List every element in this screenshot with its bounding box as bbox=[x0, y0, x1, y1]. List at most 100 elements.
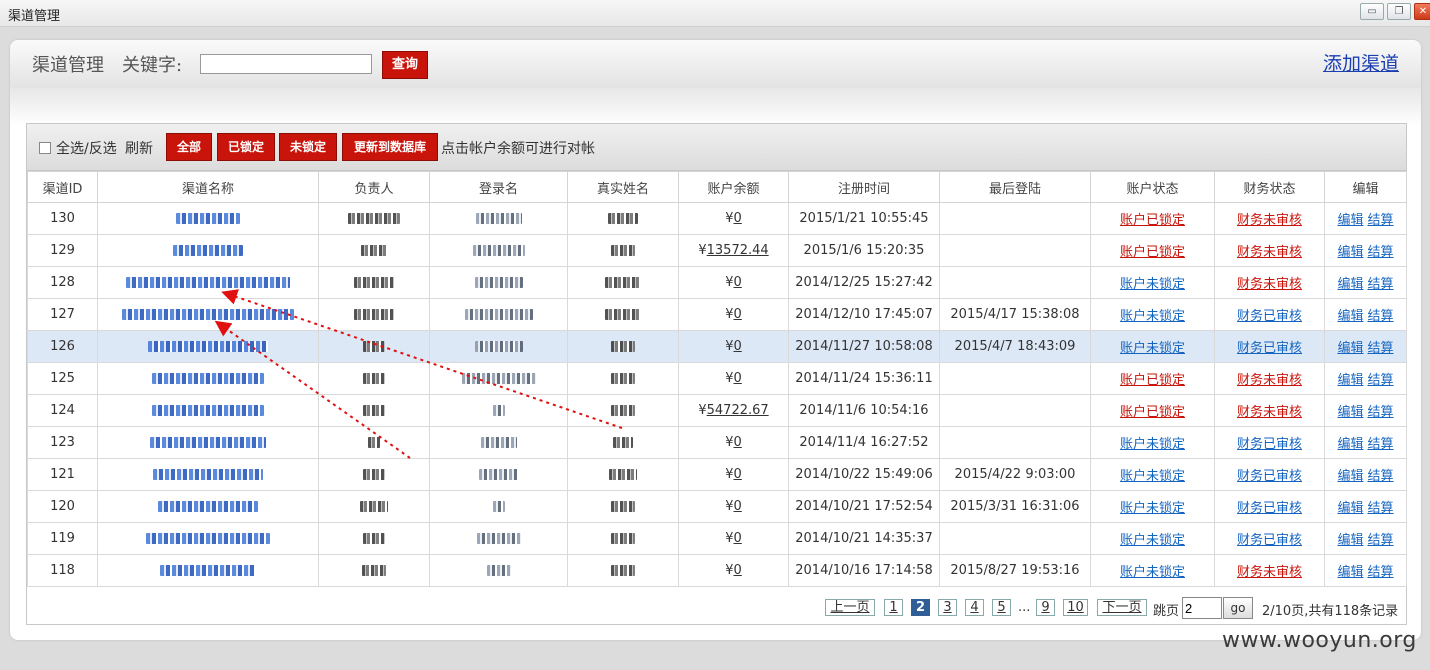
finance-status-link[interactable]: 财务已审核 bbox=[1237, 309, 1302, 324]
balance-link[interactable]: 0 bbox=[734, 563, 742, 578]
settle-link[interactable]: 结算 bbox=[1368, 469, 1394, 484]
balance-link[interactable]: 0 bbox=[734, 371, 742, 386]
account-status-link[interactable]: 账户未锁定 bbox=[1120, 437, 1185, 452]
finance-status-link[interactable]: 财务未审核 bbox=[1237, 405, 1302, 420]
page-link[interactable]: 4 bbox=[965, 599, 984, 616]
go-button[interactable]: go bbox=[1223, 597, 1253, 619]
settle-link[interactable]: 结算 bbox=[1368, 277, 1394, 292]
account-status-link[interactable]: 账户已锁定 bbox=[1120, 245, 1185, 260]
channel-name-redacted[interactable] bbox=[97, 234, 319, 267]
balance-link[interactable]: 0 bbox=[734, 499, 742, 514]
finance-status-link[interactable]: 财务已审核 bbox=[1237, 437, 1302, 452]
account-status-link[interactable]: 账户未锁定 bbox=[1120, 309, 1185, 324]
account-status-link[interactable]: 账户未锁定 bbox=[1120, 469, 1185, 484]
filter-locked-button[interactable]: 已锁定 bbox=[217, 133, 275, 161]
finance-status-link[interactable]: 财务已审核 bbox=[1237, 341, 1302, 356]
channel-name-redacted[interactable] bbox=[97, 554, 319, 587]
account-status-link[interactable]: 账户未锁定 bbox=[1120, 501, 1185, 516]
page-link[interactable]: 1 bbox=[884, 599, 903, 616]
page-link[interactable]: 3 bbox=[938, 599, 957, 616]
edit-link[interactable]: 编辑 bbox=[1337, 437, 1363, 452]
add-channel-link[interactable]: 添加渠道 bbox=[1323, 49, 1399, 76]
account-status-link[interactable]: 账户未锁定 bbox=[1120, 565, 1185, 580]
prev-page-button[interactable]: 上一页 bbox=[825, 599, 875, 616]
settle-link[interactable]: 结算 bbox=[1368, 533, 1394, 548]
account-status-link[interactable]: 账户已锁定 bbox=[1120, 213, 1185, 228]
keyword-input[interactable] bbox=[200, 54, 372, 74]
balance-link[interactable]: 54722.67 bbox=[707, 403, 769, 418]
table-row[interactable]: 128 ¥0 2014/12/25 15:27:42 账户未锁定 财务未审核 编辑 结算 bbox=[27, 266, 1407, 299]
balance-link[interactable]: 0 bbox=[734, 467, 742, 482]
balance-cell[interactable]: ¥0 bbox=[678, 554, 789, 587]
finance-status-link[interactable]: 财务未审核 bbox=[1237, 373, 1302, 388]
next-page-button[interactable]: 下一页 bbox=[1097, 599, 1147, 616]
finance-status-link[interactable]: 财务未审核 bbox=[1237, 245, 1302, 260]
edit-link[interactable]: 编辑 bbox=[1337, 405, 1363, 420]
balance-cell[interactable]: ¥54722.67 bbox=[678, 394, 789, 427]
table-row[interactable]: 121 ¥0 2014/10/22 15:49:06 2015/4/22 9:03:0… bbox=[27, 458, 1407, 491]
channel-name-redacted[interactable] bbox=[97, 394, 319, 427]
table-row[interactable]: 125 ¥0 2014/11/24 15:36:11 账户已锁定 财务未审核 编辑 结算 bbox=[27, 362, 1407, 395]
edit-link[interactable]: 编辑 bbox=[1337, 245, 1363, 260]
table-row[interactable]: 126 ¥0 2014/11/27 10:58:08 2015/4/7 18:43:0… bbox=[27, 330, 1407, 363]
balance-link[interactable]: 0 bbox=[734, 211, 742, 226]
balance-cell[interactable]: ¥0 bbox=[678, 202, 789, 235]
edit-link[interactable]: 编辑 bbox=[1337, 309, 1363, 324]
settle-link[interactable]: 结算 bbox=[1368, 405, 1394, 420]
settle-link[interactable]: 结算 bbox=[1368, 213, 1394, 228]
edit-link[interactable]: 编辑 bbox=[1337, 213, 1363, 228]
balance-cell[interactable]: ¥0 bbox=[678, 266, 789, 299]
edit-link[interactable]: 编辑 bbox=[1337, 501, 1363, 516]
balance-link[interactable]: 0 bbox=[734, 275, 742, 290]
settle-link[interactable]: 结算 bbox=[1368, 309, 1394, 324]
settle-link[interactable]: 结算 bbox=[1368, 565, 1394, 580]
balance-cell[interactable]: ¥0 bbox=[678, 330, 789, 363]
page-link[interactable]: 5 bbox=[992, 599, 1011, 616]
edit-link[interactable]: 编辑 bbox=[1337, 341, 1363, 356]
edit-link[interactable]: 编辑 bbox=[1337, 565, 1363, 580]
account-status-link[interactable]: 账户未锁定 bbox=[1120, 341, 1185, 356]
channel-name-redacted[interactable] bbox=[97, 458, 319, 491]
finance-status-link[interactable]: 财务未审核 bbox=[1237, 565, 1302, 580]
account-status-link[interactable]: 账户未锁定 bbox=[1120, 533, 1185, 548]
query-button[interactable]: 查询 bbox=[382, 51, 428, 79]
table-row[interactable]: 124 ¥54722.67 2014/11/6 10:54:16 账户已锁定 财务未审核… bbox=[27, 394, 1407, 427]
balance-cell[interactable]: ¥0 bbox=[678, 426, 789, 459]
balance-cell[interactable]: ¥13572.44 bbox=[678, 234, 789, 267]
refresh-link[interactable]: 刷新 bbox=[125, 138, 153, 158]
settle-link[interactable]: 结算 bbox=[1368, 437, 1394, 452]
channel-name-redacted[interactable] bbox=[97, 490, 319, 523]
jump-page-input[interactable] bbox=[1182, 597, 1222, 619]
page-link[interactable]: 10 bbox=[1063, 599, 1088, 616]
channel-name-redacted[interactable] bbox=[97, 298, 319, 331]
table-row[interactable]: 123 ¥0 2014/11/4 16:27:52 账户未锁定 财务已审核 编辑 结算 bbox=[27, 426, 1407, 459]
maximize-icon[interactable]: ❐ bbox=[1387, 3, 1411, 20]
balance-link[interactable]: 0 bbox=[734, 531, 742, 546]
edit-link[interactable]: 编辑 bbox=[1337, 533, 1363, 548]
channel-name-redacted[interactable] bbox=[97, 362, 319, 395]
balance-cell[interactable]: ¥0 bbox=[678, 458, 789, 491]
table-row[interactable]: 130 ¥0 2015/1/21 10:55:45 账户已锁定 财务未审核 编辑 结算 bbox=[27, 202, 1407, 235]
balance-cell[interactable]: ¥0 bbox=[678, 522, 789, 555]
finance-status-link[interactable]: 财务已审核 bbox=[1237, 469, 1302, 484]
settle-link[interactable]: 结算 bbox=[1368, 501, 1394, 516]
close-icon[interactable]: ✕ bbox=[1414, 3, 1430, 20]
edit-link[interactable]: 编辑 bbox=[1337, 277, 1363, 292]
balance-link[interactable]: 0 bbox=[734, 307, 742, 322]
finance-status-link[interactable]: 财务未审核 bbox=[1237, 277, 1302, 292]
channel-name-redacted[interactable] bbox=[97, 426, 319, 459]
settle-link[interactable]: 结算 bbox=[1368, 341, 1394, 356]
table-row[interactable]: 127 ¥0 2014/12/10 17:45:07 2015/4/17 15:38:… bbox=[27, 298, 1407, 331]
balance-link[interactable]: 0 bbox=[734, 339, 742, 354]
account-status-link[interactable]: 账户已锁定 bbox=[1120, 373, 1185, 388]
edit-link[interactable]: 编辑 bbox=[1337, 373, 1363, 388]
table-row[interactable]: 119 ¥0 2014/10/21 14:35:37 账户未锁定 财务已审核 编辑 结算 bbox=[27, 522, 1407, 555]
balance-link[interactable]: 0 bbox=[734, 435, 742, 450]
balance-link[interactable]: 13572.44 bbox=[707, 243, 769, 258]
settle-link[interactable]: 结算 bbox=[1368, 245, 1394, 260]
table-row[interactable]: 118 ¥0 2014/10/16 17:14:58 2015/8/27 19:53:… bbox=[27, 554, 1407, 587]
account-status-link[interactable]: 账户已锁定 bbox=[1120, 405, 1185, 420]
channel-name-redacted[interactable] bbox=[97, 330, 319, 363]
finance-status-link[interactable]: 财务已审核 bbox=[1237, 501, 1302, 516]
checkbox-icon[interactable] bbox=[39, 142, 51, 154]
